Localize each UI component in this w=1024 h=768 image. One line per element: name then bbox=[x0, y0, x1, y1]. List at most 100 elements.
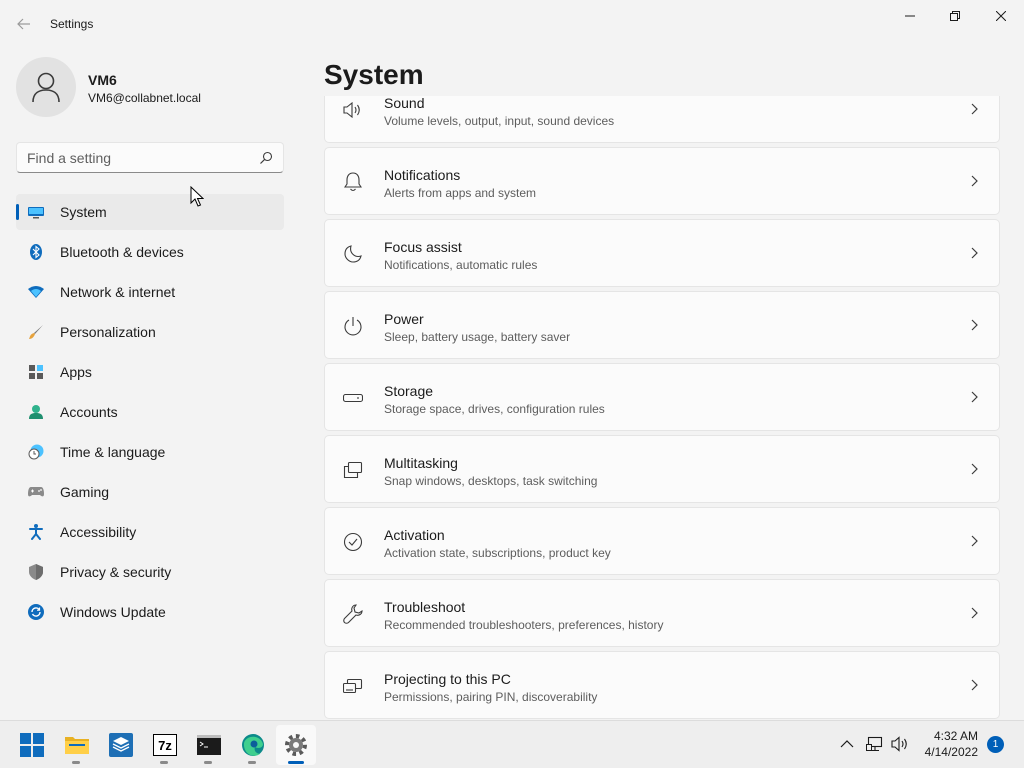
search-icon[interactable] bbox=[259, 151, 273, 165]
card-subtitle: Snap windows, desktops, task switching bbox=[384, 474, 598, 488]
card-notifications[interactable]: Notifications Alerts from apps and syste… bbox=[324, 147, 1000, 215]
active-indicator bbox=[16, 204, 19, 220]
apps-icon bbox=[28, 364, 44, 380]
7zip-icon: 7z bbox=[153, 734, 177, 756]
back-button[interactable] bbox=[12, 12, 36, 36]
card-title: Troubleshoot bbox=[384, 599, 466, 615]
notification-badge[interactable]: 1 bbox=[987, 736, 1004, 753]
chevron-right-icon bbox=[971, 607, 978, 619]
folder-icon bbox=[65, 737, 89, 754]
sidebar-item-network[interactable]: Network & internet bbox=[16, 274, 284, 310]
clock-globe-icon bbox=[28, 444, 44, 460]
chevron-right-icon bbox=[971, 391, 978, 403]
running-indicator bbox=[160, 761, 168, 764]
card-projecting[interactable]: Projecting to this PC Permissions, pairi… bbox=[324, 651, 1000, 719]
minimize-icon bbox=[905, 15, 915, 17]
drive-icon bbox=[343, 388, 363, 408]
card-title: Sound bbox=[384, 96, 425, 111]
user-email: VM6@collabnet.local bbox=[88, 91, 201, 105]
active-indicator bbox=[288, 761, 304, 764]
projector-icon bbox=[343, 676, 363, 696]
sidebar-item-time-language[interactable]: Time & language bbox=[16, 434, 284, 470]
settings-gear-icon bbox=[285, 734, 307, 756]
card-title: Projecting to this PC bbox=[384, 671, 511, 687]
network-wired-icon[interactable] bbox=[866, 735, 884, 753]
sidebar-item-label: Accounts bbox=[60, 404, 118, 420]
sidebar-item-accounts[interactable]: Accounts bbox=[16, 394, 284, 430]
volume-icon[interactable] bbox=[891, 735, 909, 753]
sidebar-item-label: Privacy & security bbox=[60, 564, 172, 580]
sidebar-item-bluetooth[interactable]: Bluetooth & devices bbox=[16, 234, 284, 270]
card-subtitle: Volume levels, output, input, sound devi… bbox=[384, 114, 615, 128]
maximize-button[interactable] bbox=[932, 0, 978, 32]
back-arrow-icon bbox=[17, 18, 30, 30]
sidebar-item-system[interactable]: System bbox=[16, 194, 284, 230]
card-title: Multitasking bbox=[384, 455, 458, 471]
taskbar-edge[interactable] bbox=[233, 725, 273, 765]
taskbar-settings[interactable] bbox=[276, 725, 316, 765]
sidebar-item-accessibility[interactable]: Accessibility bbox=[16, 514, 284, 550]
taskbar: 7z bbox=[0, 720, 1024, 768]
edge-icon bbox=[242, 734, 264, 756]
sidebar-item-personalization[interactable]: Personalization bbox=[16, 314, 284, 350]
update-icon bbox=[28, 604, 44, 620]
sidebar-item-label: Bluetooth & devices bbox=[60, 244, 184, 260]
card-sound[interactable]: Sound Volume levels, output, input, soun… bbox=[324, 96, 1000, 143]
card-subtitle: Alerts from apps and system bbox=[384, 186, 537, 200]
card-subtitle: Recommended troubleshooters, preferences… bbox=[384, 618, 664, 632]
avatar[interactable] bbox=[16, 57, 76, 117]
card-activation[interactable]: Activation Activation state, subscriptio… bbox=[324, 507, 1000, 575]
sidebar-item-apps[interactable]: Apps bbox=[16, 354, 284, 390]
app-title: Settings bbox=[50, 17, 94, 31]
sidebar-item-label: System bbox=[60, 204, 107, 220]
card-power[interactable]: Power Sleep, battery usage, battery save… bbox=[324, 291, 1000, 359]
sidebar-item-privacy[interactable]: Privacy & security bbox=[16, 554, 284, 590]
sidebar-item-gaming[interactable]: Gaming bbox=[16, 474, 284, 510]
taskbar-7zip[interactable]: 7z bbox=[145, 725, 185, 765]
minimize-button[interactable] bbox=[887, 0, 933, 32]
card-subtitle: Activation state, subscriptions, product… bbox=[384, 546, 611, 560]
chevron-right-icon bbox=[971, 679, 978, 691]
speaker-icon bbox=[343, 100, 363, 120]
start-button[interactable] bbox=[12, 725, 52, 765]
taskbar-command-prompt[interactable] bbox=[189, 725, 229, 765]
card-focus-assist[interactable]: Focus assist Notifications, automatic ru… bbox=[324, 219, 1000, 287]
card-multitasking[interactable]: Multitasking Snap windows, desktops, tas… bbox=[324, 435, 1000, 503]
user-name: VM6 bbox=[88, 72, 117, 88]
user-icon bbox=[32, 72, 60, 103]
title-bar: Settings bbox=[0, 0, 1024, 48]
brush-icon bbox=[28, 324, 44, 340]
chevron-right-icon bbox=[971, 535, 978, 547]
sidebar-item-label: Apps bbox=[60, 364, 92, 380]
card-troubleshoot[interactable]: Troubleshoot Recommended troubleshooters… bbox=[324, 579, 1000, 647]
card-title: Focus assist bbox=[384, 239, 462, 255]
sidebar-item-label: Time & language bbox=[60, 444, 166, 460]
windows-start-icon bbox=[20, 733, 44, 757]
settings-list: Sound Volume levels, output, input, soun… bbox=[324, 96, 1000, 720]
moon-icon bbox=[343, 244, 363, 264]
accounts-icon bbox=[28, 404, 44, 420]
card-subtitle: Notifications, automatic rules bbox=[384, 258, 538, 272]
clock-date[interactable]: 4/14/2022 bbox=[914, 745, 978, 759]
multitask-icon bbox=[343, 460, 363, 480]
close-button[interactable] bbox=[978, 0, 1024, 32]
card-subtitle: Storage space, drives, configuration rul… bbox=[384, 402, 605, 416]
check-circle-icon bbox=[343, 532, 363, 552]
search-input[interactable] bbox=[27, 148, 247, 168]
running-indicator bbox=[72, 761, 80, 764]
card-storage[interactable]: Storage Storage space, drives, configura… bbox=[324, 363, 1000, 431]
box-icon bbox=[109, 733, 133, 757]
clock-time[interactable]: 4:32 AM bbox=[922, 729, 978, 743]
taskbar-file-explorer[interactable] bbox=[57, 725, 97, 765]
taskbar-virtualbox[interactable] bbox=[101, 725, 141, 765]
chevron-up-icon[interactable] bbox=[838, 735, 856, 753]
chevron-right-icon bbox=[971, 175, 978, 187]
running-indicator bbox=[248, 761, 256, 764]
restore-icon bbox=[950, 11, 960, 21]
card-title: Power bbox=[384, 311, 424, 327]
card-title: Storage bbox=[384, 383, 434, 399]
mouse-cursor-icon bbox=[190, 186, 204, 207]
sidebar-item-windows-update[interactable]: Windows Update bbox=[16, 594, 284, 630]
search-box[interactable] bbox=[16, 142, 284, 173]
svg-text:7z: 7z bbox=[158, 738, 172, 753]
